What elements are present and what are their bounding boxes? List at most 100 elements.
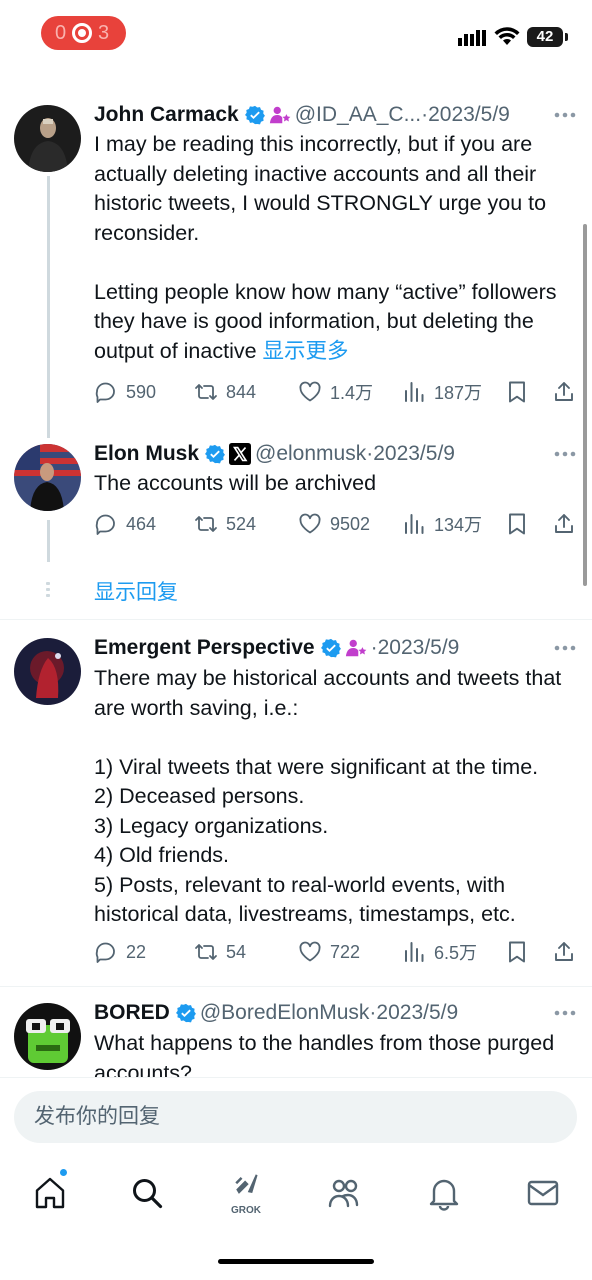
- like-count: 722: [330, 941, 361, 962]
- scrollbar[interactable]: [583, 224, 587, 586]
- retweet-button[interactable]: 54: [194, 937, 246, 967]
- divider: [0, 619, 592, 620]
- more-options-icon[interactable]: [554, 111, 576, 119]
- show-more-link[interactable]: 显示更多: [263, 339, 349, 363]
- nav-grok[interactable]: GROK: [222, 1169, 270, 1217]
- reply-count: 464: [126, 513, 157, 534]
- tweet-text: There may be historical accounts and twe…: [94, 666, 562, 926]
- avatar[interactable]: [14, 638, 81, 705]
- views-chart-icon: [405, 942, 424, 962]
- separator-dot: ·: [369, 1001, 377, 1024]
- battery-level: 42: [527, 27, 568, 47]
- retweet-icon: [195, 944, 217, 960]
- cellular-signal-icon: [458, 30, 486, 46]
- retweet-count: 524: [226, 513, 257, 534]
- verified-badge-icon: [175, 1003, 196, 1023]
- reply-count: 22: [126, 941, 147, 962]
- thread-gap-dots: [46, 582, 50, 600]
- like-button[interactable]: 722: [298, 937, 360, 967]
- share-icon[interactable]: [552, 380, 576, 404]
- views-chart-icon: [405, 514, 424, 534]
- nav-home[interactable]: [26, 1169, 74, 1217]
- author-handle[interactable]: @elonmusk: [255, 442, 366, 466]
- tweet-date[interactable]: 2023/5/9: [428, 103, 510, 127]
- nav-messages[interactable]: [519, 1169, 567, 1217]
- views-count: 6.5万: [434, 943, 478, 963]
- bookmark-icon[interactable]: [505, 940, 529, 964]
- record-icon: [72, 23, 92, 43]
- tweet-date[interactable]: 2023/5/9: [376, 1001, 458, 1025]
- subscriber-icon: [345, 639, 366, 657]
- wifi-icon: [494, 27, 520, 45]
- like-button[interactable]: 9502: [298, 509, 370, 539]
- home-unread-dot: [59, 1168, 68, 1177]
- subscriber-icon: [269, 106, 291, 124]
- verified-badge-icon: [244, 105, 265, 125]
- tweet-text: I may be reading this incorrectly, but i…: [94, 132, 557, 363]
- bottom-navigation: GROK: [0, 1155, 592, 1235]
- reply-count: 590: [126, 381, 157, 402]
- like-count: 9502: [330, 513, 371, 534]
- views-count: 134万: [434, 515, 483, 535]
- retweet-button[interactable]: 844: [194, 377, 256, 407]
- bell-icon: [429, 1179, 459, 1211]
- share-icon[interactable]: [552, 940, 576, 964]
- more-options-icon[interactable]: [554, 1009, 576, 1017]
- more-options-icon[interactable]: [554, 644, 576, 652]
- heart-icon: [299, 381, 321, 402]
- like-button[interactable]: 1.4万: [298, 377, 373, 407]
- reply-composer[interactable]: [14, 1091, 577, 1143]
- more-options-icon[interactable]: [554, 450, 576, 458]
- thread-connector: [47, 520, 50, 562]
- views-count: 187万: [434, 383, 483, 403]
- reply-icon: [95, 382, 115, 403]
- avatar[interactable]: [14, 1003, 81, 1070]
- separator-dot: ·: [421, 103, 429, 126]
- retweet-count: 54: [226, 941, 247, 962]
- avatar[interactable]: [14, 105, 81, 172]
- reply-icon: [95, 514, 115, 535]
- reply-button[interactable]: 464: [94, 509, 156, 539]
- bookmark-icon[interactable]: [505, 512, 529, 536]
- author-handle[interactable]: @BoredElonMusk: [200, 1001, 370, 1025]
- home-indicator: [218, 1259, 374, 1264]
- reply-button[interactable]: 590: [94, 377, 156, 407]
- retweet-icon: [195, 384, 217, 400]
- heart-icon: [299, 513, 321, 534]
- nav-communities[interactable]: [321, 1169, 369, 1217]
- author-name[interactable]: BORED: [94, 1001, 170, 1025]
- views-chart-icon: [405, 382, 424, 402]
- author-handle[interactable]: @ID_AA_C...: [295, 103, 421, 127]
- author-name[interactable]: John Carmack: [94, 103, 239, 127]
- retweet-button[interactable]: 524: [194, 509, 256, 539]
- tweet-actions: 590 844 1.4万 187万: [94, 377, 584, 407]
- reply-button[interactable]: 22: [94, 937, 146, 967]
- reply-icon: [95, 942, 115, 963]
- retweet-count: 844: [226, 381, 257, 402]
- bookmark-icon[interactable]: [505, 380, 529, 404]
- verified-badge-icon: [205, 444, 225, 464]
- divider: [0, 986, 592, 987]
- thread-connector: [47, 176, 50, 438]
- avatar[interactable]: [14, 444, 81, 511]
- retweet-icon: [195, 516, 217, 532]
- heart-icon: [299, 941, 321, 962]
- tweet-date[interactable]: 2023/5/9: [378, 636, 460, 660]
- tweet-date[interactable]: 2023/5/9: [373, 442, 455, 466]
- author-name[interactable]: Emergent Perspective: [94, 636, 315, 660]
- show-replies-link[interactable]: 显示回复: [94, 576, 178, 606]
- nav-search[interactable]: [123, 1169, 171, 1217]
- share-icon[interactable]: [552, 512, 576, 536]
- nav-notifications[interactable]: [420, 1169, 468, 1217]
- tweet-actions: 22 54 722 6.5万: [94, 937, 584, 967]
- home-icon: [35, 1177, 65, 1209]
- communities-icon: [328, 1179, 359, 1208]
- separator-dot: ·: [370, 636, 378, 659]
- author-name[interactable]: Elon Musk: [94, 442, 199, 466]
- screen-recording-indicator[interactable]: 0 3: [41, 16, 126, 50]
- views-button[interactable]: 134万: [402, 509, 482, 539]
- grok-label: GROK: [231, 1205, 261, 1216]
- views-button[interactable]: 6.5万: [402, 937, 477, 967]
- views-button[interactable]: 187万: [402, 377, 482, 407]
- reply-input[interactable]: [34, 1091, 554, 1143]
